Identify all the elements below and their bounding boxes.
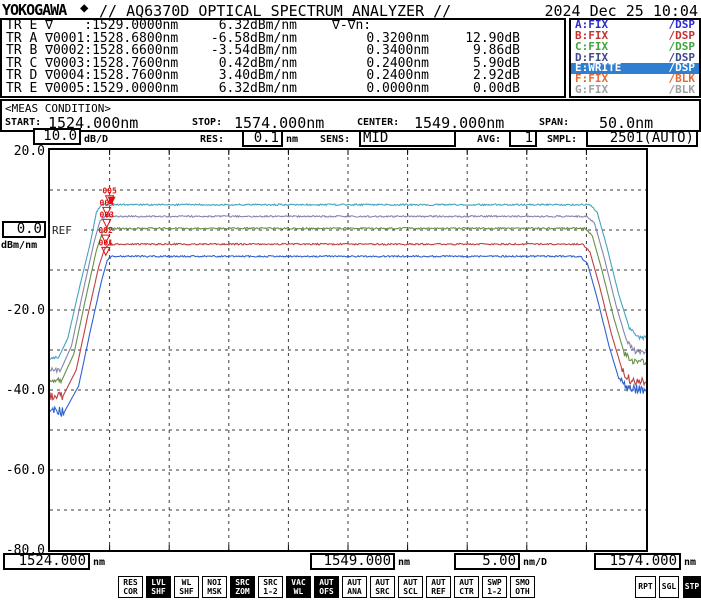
softkey-aut-ctr[interactable]: AUTCTR [454,576,479,598]
softkey-line1: LVL [147,578,170,587]
trace-status-mode: /BLK [669,85,696,96]
softkey-line2: 1-2 [483,587,506,596]
softkey-line1: AUT [427,578,450,587]
x-center-unit: nm [398,557,410,568]
x-stop-unit: nm [684,557,696,568]
softkey-line1: RES [119,578,142,587]
softkey-swp-1-2[interactable]: SWP1-2 [482,576,507,598]
softkey-aut-src[interactable]: AUTSRC [370,576,395,598]
softkey-sgl[interactable]: SGL [659,576,679,598]
softkey-line2: OTH [511,587,534,596]
marker-label-002: 002 [98,226,113,235]
trace-A [50,256,646,417]
softkey-aut-ofs[interactable]: AUTOFS [314,576,339,598]
smpl-label: SMPL: [547,134,577,145]
y-axis-label-minus20: -20.0 [1,304,45,317]
softkey-line2: ANA [343,587,366,596]
softkey-line2: SHF [147,587,170,596]
osa-screen: YOKOGAWA ◆ // AQ6370D OPTICAL SPECTRUM A… [0,0,701,601]
trace-row-5: TR E ∇0005:1529.0000nm6.32dBm/nm 0.0000nm… [2,83,564,96]
x-stop-field[interactable]: 1574.000 [594,553,681,570]
span-label: SPAN: [539,117,569,128]
res-field[interactable]: 0.1 [242,130,283,147]
x-center-field[interactable]: 1549.000 [310,553,395,570]
trace-cell-id: TR E ∇0005:1529.0000nm [6,83,178,96]
softkey-rpt[interactable]: RPT [635,576,656,598]
softkey-line1: AUT [399,578,422,587]
softkey-line1: AUT [455,578,478,587]
softkey-vac-wl[interactable]: VACWL [286,576,311,598]
x-scale-field[interactable]: 5.00 [454,553,520,570]
softkey-line2: REF [427,587,450,596]
softkey-aut-ref[interactable]: AUTREF [426,576,451,598]
delta-header: ∇-∇n: [332,20,371,33]
trace-status-G: G:FIX/BLK [571,85,699,96]
softkey-line2: SRC [371,587,394,596]
spectrum-plot: REF001002003004005 [48,148,648,552]
softkey-line1: SRC [231,578,254,587]
y-axis-label-minus60: -60.0 [1,464,45,477]
x-start-field[interactable]: 1524.000 [3,553,90,570]
softkey-line2: SCL [399,587,422,596]
trace-cell-ddb: 0.00dB [432,83,520,96]
yokogawa-diamond-icon: ◆ [80,0,88,16]
softkey-noi-msk[interactable]: NOIMSK [202,576,227,598]
softkey-line1: NOI [203,578,226,587]
softkey-src-zom[interactable]: SRCZOM [230,576,255,598]
trace-status-panel: A:FIX/DSPB:FIX/DSPC:FIX/DSPD:FIX/DSPE:WR… [569,18,701,98]
softkey-res-cor[interactable]: RESCOR [118,576,143,598]
spectrum-svg: REF001002003004005 [50,150,646,550]
softkey-line2: WL [287,587,310,596]
yokogawa-logo: YOKOGAWA [2,1,66,19]
sens-label: SENS: [320,134,350,145]
softkey-line2: MSK [203,587,226,596]
trace-cell-level: 6.32dBm/nm [179,83,297,96]
softkey-line1: WL [175,578,198,587]
softkey-line2: 1-2 [259,587,282,596]
softkey-line2: CTR [455,587,478,596]
avg-field[interactable]: 1 [509,130,537,147]
softkey-line1: SRC [259,578,282,587]
meas-condition-panel: <MEAS CONDITION> START: 1524.000nm STOP:… [0,99,701,132]
res-unit: nm [286,134,298,145]
trace-cell-dwl: 0.0000nm [332,83,429,96]
x-start-unit: nm [93,557,105,568]
smpl-field[interactable]: 2501(AUTO) [586,130,698,147]
softkey-line2: OFS [315,587,338,596]
softkey-line1: AUT [343,578,366,587]
start-label: START: [5,117,41,128]
trace-marker-table: TR E ∇ :1529.0000nm6.32dBm/nmTR A ∇0001:… [0,18,566,98]
softkey-lvl-shf[interactable]: LVLSHF [146,576,171,598]
sens-field[interactable]: MID [359,130,456,147]
softkey-src-1-2[interactable]: SRC1-2 [258,576,283,598]
res-label: RES: [200,134,224,145]
y-axis-label-20: 20.0 [1,145,45,158]
marker-label-005: 005 [102,187,117,196]
level-scale-unit: dB/D [84,134,108,145]
softkey-line2: COR [119,587,142,596]
x-scale-unit: nm/D [523,557,547,568]
level-scale-field[interactable]: 10.0 [33,128,81,145]
softkey-stp[interactable]: STP [683,576,701,598]
stop-label: STOP: [192,117,222,128]
softkey-line2: SHF [175,587,198,596]
avg-label: AVG: [477,134,501,145]
y-axis-unit: dBm/nm [1,240,37,251]
softkey-line1: SMO [511,578,534,587]
softkey-wl-shf[interactable]: WLSHF [174,576,199,598]
y-axis-label-minus40: -40.0 [1,384,45,397]
softkey-line1: VAC [287,578,310,587]
ref-line-label: REF [52,224,72,237]
trace-status-label: G:FIX [575,83,608,96]
ref-level-field[interactable]: 0.0 [2,221,46,238]
softkey-aut-ana[interactable]: AUTANA [342,576,367,598]
softkey-line1: AUT [371,578,394,587]
softkey-smo-oth[interactable]: SMOOTH [510,576,535,598]
center-label: CENTER: [357,117,399,128]
softkey-line1: AUT [315,578,338,587]
softkey-aut-scl[interactable]: AUTSCL [398,576,423,598]
softkey-line1: SWP [483,578,506,587]
softkey-line2: ZOM [231,587,254,596]
